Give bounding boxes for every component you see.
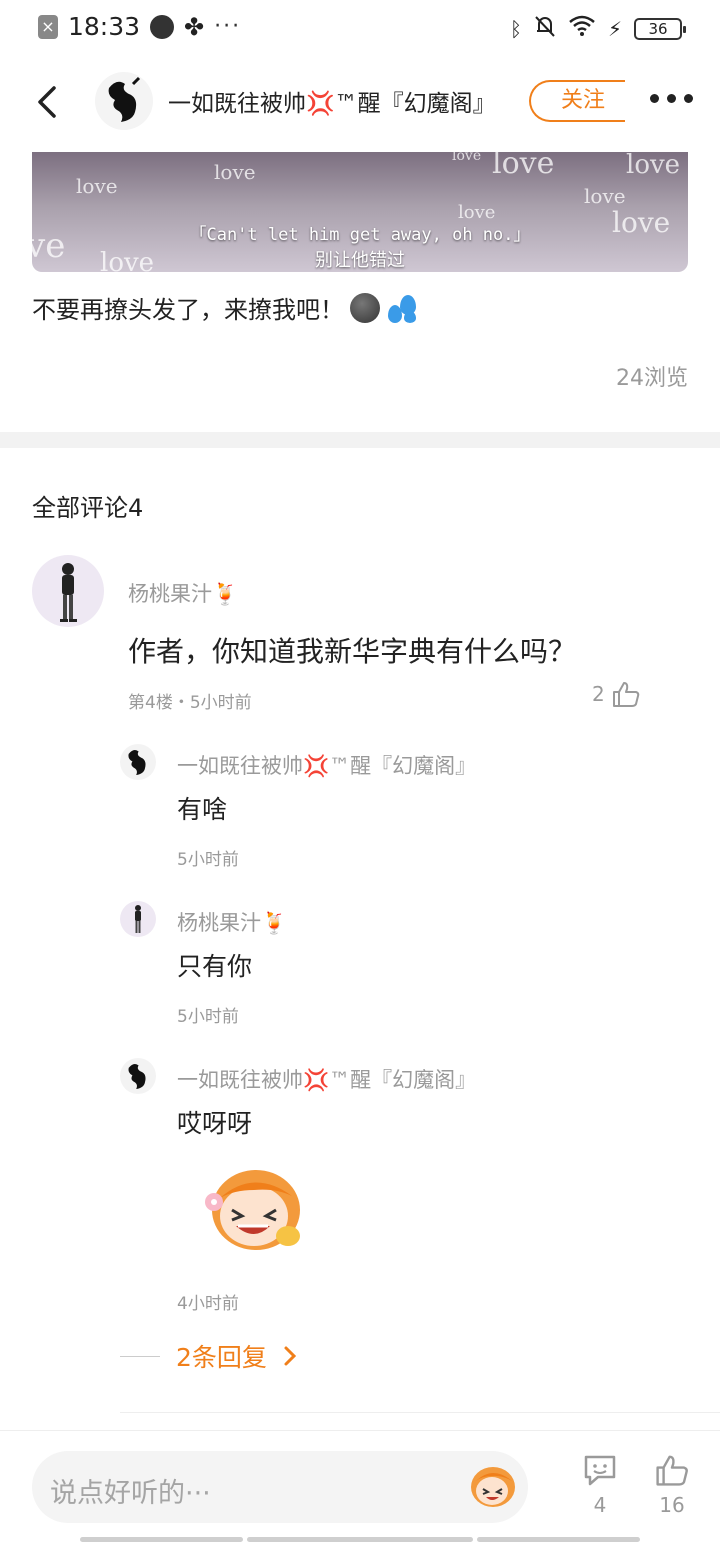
reply-author[interactable]: 一如既往被帅💢™醒『幻魔阁』	[177, 1064, 476, 1094]
nav-gesture-bar	[247, 1537, 473, 1542]
reply-text[interactable]: 哎呀呀	[177, 1104, 252, 1140]
laughing-sticker-image[interactable]	[196, 1162, 314, 1256]
status-bar: × 18:33 ✤ ··· ᛒ ⚡ 36	[0, 0, 720, 56]
comment-count: 4	[593, 1493, 607, 1517]
reply-avatar[interactable]	[120, 901, 156, 937]
post-video[interactable]: ve love love love love love love love lo…	[32, 152, 688, 272]
nav-gesture-bar	[477, 1537, 640, 1542]
bottom-action-bar: 说点好听的··· 4 16	[0, 1430, 720, 1544]
reply-time: 5小时前	[177, 1007, 239, 1027]
subtitle-english: 「Can't let him get away, oh no.」	[189, 225, 531, 245]
thumbs-up-icon	[656, 1455, 688, 1486]
comment-like-button[interactable]: 2	[592, 680, 641, 708]
reply-time: 5小时前	[177, 850, 239, 870]
more-options-button[interactable]	[650, 94, 693, 103]
more-notifications-icon: ···	[214, 14, 242, 39]
bluetooth-icon: ᛒ	[509, 16, 522, 41]
voice-app-icon	[150, 14, 175, 39]
commenter-name[interactable]: 杨桃果汁🍹	[128, 578, 238, 608]
dark-face-emoji-icon	[350, 292, 380, 323]
post-header: 一如既往被帅💢™醒『幻魔阁』 关注	[0, 60, 720, 144]
chevron-left-icon	[38, 86, 56, 118]
fan-icon: ✤	[184, 12, 205, 41]
comment-input[interactable]: 说点好听的···	[32, 1451, 528, 1523]
subtitle-chinese: 别让他错过	[315, 250, 405, 271]
sticker-picker-icon[interactable]	[468, 1463, 518, 1509]
comment-separator	[120, 1412, 720, 1413]
comments-title: 全部评论4	[32, 494, 144, 522]
like-count: 16	[659, 1493, 685, 1517]
reply-thread-line	[120, 1355, 160, 1357]
chevron-right-icon	[284, 1346, 297, 1366]
more-replies-label: 2条回复	[176, 1343, 267, 1372]
author-name[interactable]: 一如既往被帅💢™醒『幻魔阁』	[168, 84, 496, 118]
reply-text[interactable]: 只有你	[177, 947, 252, 983]
post-caption-text: 不要再撩头发了，来撩我吧！	[32, 296, 344, 324]
reply-avatar[interactable]	[120, 744, 156, 780]
comments-button[interactable]: 4	[575, 1453, 625, 1517]
charging-icon: ⚡	[607, 16, 622, 41]
reply-text[interactable]: 有啥	[177, 790, 227, 826]
author-avatar[interactable]	[95, 72, 153, 130]
follow-button[interactable]: 关注	[529, 80, 625, 122]
thumbs-up-icon	[612, 682, 639, 707]
status-time: 18:33	[68, 12, 141, 41]
comment-text[interactable]: 作者，你知道我新华字典有什么吗？	[128, 630, 576, 670]
notification-x-icon: ×	[38, 14, 58, 39]
reply-avatar[interactable]	[120, 1058, 156, 1094]
nav-gesture-bar	[80, 1537, 243, 1542]
view-count: 24浏览	[616, 366, 688, 391]
view-more-replies-button[interactable]: 2条回复	[120, 1338, 297, 1374]
post-caption: 不要再撩头发了，来撩我吧！	[32, 290, 418, 325]
battery-icon: 36	[634, 17, 686, 40]
like-post-button[interactable]: 16	[647, 1453, 697, 1517]
mute-bell-icon	[534, 14, 556, 43]
back-button[interactable]	[30, 82, 64, 122]
comment-like-count: 2	[592, 682, 605, 706]
reply-author[interactable]: 杨桃果汁🍹	[177, 907, 287, 937]
reply-author[interactable]: 一如既往被帅💢™醒『幻魔阁』	[177, 750, 476, 780]
sweat-drops-emoji-icon	[386, 293, 418, 323]
section-divider	[0, 432, 720, 448]
comment-meta: 第4楼・5小时前	[128, 693, 252, 713]
reply-time: 4小时前	[177, 1294, 239, 1314]
commenter-avatar[interactable]	[32, 555, 104, 627]
comment-input-placeholder: 说点好听的···	[50, 1478, 211, 1509]
comment-bubble-icon	[584, 1455, 616, 1486]
wifi-icon	[568, 15, 596, 42]
